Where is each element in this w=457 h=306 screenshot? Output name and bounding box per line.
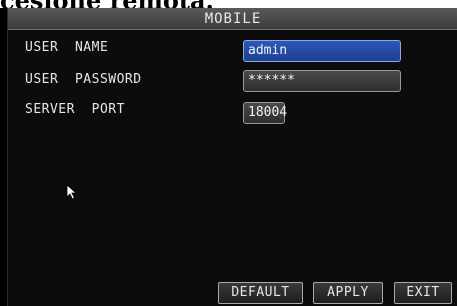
user-name-input[interactable]: admin xyxy=(243,40,401,62)
server-port-label: SERVER PORT xyxy=(25,102,125,117)
server-port-input[interactable]: 18004 xyxy=(243,102,287,124)
apply-button[interactable]: APPLY xyxy=(313,282,383,304)
dvr-osd-frame: MOBILE USER NAME admin USER PASSWORD ***… xyxy=(0,8,457,306)
user-name-label: USER NAME xyxy=(25,40,109,55)
user-password-input[interactable]: ****** xyxy=(243,70,401,92)
exit-button[interactable]: EXIT xyxy=(394,282,452,304)
default-button[interactable]: DEFAULT xyxy=(218,282,303,304)
mouse-pointer-icon xyxy=(66,184,78,200)
dialog-title: MOBILE xyxy=(8,8,457,30)
mobile-settings-dialog: MOBILE USER NAME admin USER PASSWORD ***… xyxy=(7,8,457,306)
user-password-label: USER PASSWORD xyxy=(25,72,142,87)
